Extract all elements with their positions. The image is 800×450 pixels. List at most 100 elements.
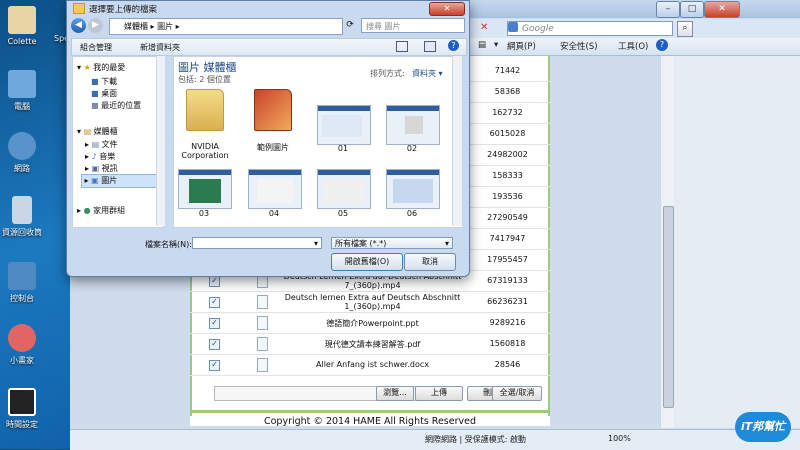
tree-desktop[interactable]: ■ 桌面: [91, 88, 117, 99]
item-label[interactable]: 05: [308, 209, 378, 218]
tree-homegroup[interactable]: ▸ ● 家用群組: [77, 205, 125, 216]
row-checkbox[interactable]: ✓: [209, 276, 220, 287]
cancel-button[interactable]: 取消: [404, 253, 456, 271]
breadcrumb-item[interactable]: 媒體櫃: [124, 22, 148, 31]
tree-recent[interactable]: ■ 最近的位置: [91, 100, 141, 111]
row-checkbox[interactable]: ✓: [209, 318, 220, 329]
image-thumbnail[interactable]: [317, 105, 371, 145]
organize-button[interactable]: 組合管理: [80, 42, 112, 53]
back-icon[interactable]: ◀: [71, 18, 86, 33]
select-all-button[interactable]: 全選/取消: [492, 386, 542, 401]
breadcrumb[interactable]: 媒體櫃 ▸ 圖片 ▸: [109, 18, 343, 35]
table-row: ✓ 德語簡介Powerpoint.ppt 9289216: [190, 313, 550, 334]
folder-icon[interactable]: [186, 89, 224, 131]
maximize-button[interactable]: □: [680, 1, 704, 18]
file-view-scrollbar[interactable]: [452, 56, 462, 226]
desktop-icon-time[interactable]: 時間設定: [2, 388, 42, 430]
search-icon[interactable]: ⌕: [677, 21, 693, 37]
music-icon: ♪: [91, 152, 97, 161]
item-label[interactable]: 03: [169, 209, 239, 218]
filename-input[interactable]: ▾: [192, 237, 322, 249]
file-name: Aller Anfang ist schwer.docx: [316, 360, 429, 369]
chevron-down-icon: ▾: [444, 239, 449, 248]
minimize-button[interactable]: –: [656, 1, 680, 18]
view-icon[interactable]: [396, 41, 408, 52]
library-includes[interactable]: 包括: 2 個位置: [178, 74, 231, 85]
file-size: 7417947: [489, 234, 526, 243]
menu-safety[interactable]: 安全性(S): [560, 40, 598, 52]
desktop-icon-control-panel[interactable]: 控制台: [2, 262, 42, 304]
clock-icon: [8, 388, 36, 416]
dialog-app-icon: [73, 3, 85, 14]
row-checkbox[interactable]: ✓: [209, 339, 220, 350]
help-icon[interactable]: ?: [656, 39, 668, 51]
refresh-icon[interactable]: ⟳: [343, 18, 357, 33]
file-size: 158333: [492, 171, 523, 180]
file-icon: [257, 295, 268, 309]
tab-settings[interactable]: ▾: [494, 40, 498, 50]
row-checkbox[interactable]: ✓: [209, 297, 220, 308]
item-label[interactable]: 04: [239, 209, 309, 218]
watermark-logo: iT邦幫忙: [735, 412, 791, 442]
computer-icon: [8, 70, 36, 98]
image-thumbnail[interactable]: [386, 169, 440, 209]
upload-button[interactable]: 上傳: [415, 386, 463, 401]
navigation-tree: ▾ ★ 我的最愛 ■ 下載 ■ 桌面 ■ 最近的位置 ▾ ▤ 媒體櫃 ▸ ▤ 文…: [72, 56, 164, 228]
scrollbar-thumb[interactable]: [663, 206, 674, 408]
tree-library[interactable]: ▾ ▤ 媒體櫃: [77, 126, 118, 137]
right-margin: [674, 56, 800, 428]
filetype-select[interactable]: 所有檔案 (*.*) ▾: [331, 237, 453, 249]
preview-pane-icon[interactable]: [424, 41, 436, 52]
dialog-toolbar: 組合管理 新增資料夾 ?: [71, 38, 467, 56]
page-scrollbar[interactable]: [660, 56, 675, 428]
open-button[interactable]: 開啟舊檔(O): [331, 253, 403, 271]
desktop-icon-computer[interactable]: 電腦: [2, 70, 42, 112]
dialog-close-button[interactable]: ✕: [429, 2, 465, 16]
tree-documents[interactable]: ▸ ▤ 文件: [85, 139, 118, 150]
item-label[interactable]: 06: [377, 209, 447, 218]
desktop-icon-recycle-bin[interactable]: 資源回收筒: [2, 196, 42, 238]
item-label[interactable]: NVIDIA Corporation: [170, 142, 240, 160]
image-thumbnail[interactable]: [178, 169, 232, 209]
tree-music[interactable]: ▸ ♪ 音樂: [85, 151, 115, 162]
desktop-icon-network[interactable]: 網路: [2, 132, 42, 174]
sample-pictures-folder-icon[interactable]: [254, 89, 292, 131]
close-button[interactable]: ✕: [704, 1, 740, 18]
new-folder-button[interactable]: 新增資料夾: [140, 42, 180, 53]
image-thumbnail[interactable]: [317, 169, 371, 209]
folder-icon: [8, 6, 36, 34]
search-input[interactable]: Google: [507, 21, 673, 36]
file-size: 9289216: [489, 318, 526, 327]
breadcrumb-item[interactable]: 圖片: [157, 22, 173, 31]
print-icon[interactable]: ▤: [478, 40, 486, 50]
menu-tools[interactable]: 工具(O): [618, 40, 648, 52]
library-title: 圖片 媒體櫃: [178, 61, 237, 74]
file-size: 162732: [492, 108, 523, 117]
status-bar: 網際網路 | 受保護模式: 啟動 100%: [70, 429, 800, 450]
browse-button[interactable]: 瀏覽...: [376, 386, 414, 401]
row-checkbox[interactable]: ✓: [209, 360, 220, 371]
tree-pictures[interactable]: ▸ ▣ 圖片: [81, 174, 157, 188]
item-label[interactable]: 02: [377, 144, 447, 153]
desktop-icon-colette[interactable]: Colette: [2, 6, 42, 46]
forward-icon[interactable]: ▶: [88, 18, 103, 33]
desktop-icon-paint[interactable]: 小畫家: [2, 324, 42, 366]
file-size: 193536: [492, 192, 523, 201]
tree-video[interactable]: ▸ ▣ 視訊: [85, 163, 118, 174]
image-thumbnail[interactable]: [248, 169, 302, 209]
stop-icon[interactable]: ✕: [480, 22, 488, 33]
menu-page[interactable]: 網頁(P): [507, 40, 536, 52]
zoom-level[interactable]: 100%: [608, 434, 631, 443]
tree-favorites[interactable]: ▾ ★ 我的最愛: [77, 62, 125, 73]
document-icon: ▤: [91, 140, 100, 149]
item-label[interactable]: 範例圖片: [238, 142, 308, 153]
tree-scrollbar[interactable]: [156, 56, 165, 226]
tree-download[interactable]: ■ 下載: [91, 76, 117, 87]
help-icon[interactable]: ?: [448, 40, 459, 51]
sort-dropdown[interactable]: 資料夾 ▾: [412, 68, 443, 79]
file-icon: [257, 316, 268, 330]
item-label[interactable]: 01: [308, 144, 378, 153]
dialog-search-input[interactable]: 搜尋 圖片: [361, 18, 465, 33]
pictures-icon: ▣: [91, 176, 99, 185]
image-thumbnail[interactable]: [386, 105, 440, 145]
